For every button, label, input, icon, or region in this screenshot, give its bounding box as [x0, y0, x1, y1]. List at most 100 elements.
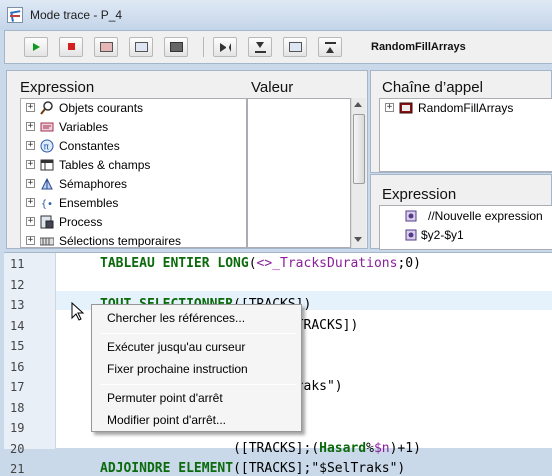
stop-button[interactable] — [59, 37, 83, 57]
line-number: 21 — [10, 462, 25, 476]
tree-item-process[interactable]: + Process — [21, 213, 246, 232]
code-line: ADJOINDRE ELEMENT([TRACKS];"$SelTraks") — [100, 461, 405, 476]
menu-item-find-references[interactable]: Chercher les références... — [94, 308, 299, 329]
semaphore-icon — [41, 177, 53, 190]
line-number: 17 — [10, 380, 25, 394]
tree-item-label: Ensembles — [59, 196, 119, 210]
expand-icon[interactable]: + — [26, 236, 35, 245]
call-chain-item[interactable]: + RandomFillArrays — [380, 99, 552, 118]
step-into-icon — [255, 42, 266, 53]
tree-item-label: Tables & champs — [59, 158, 151, 172]
line-number: 14 — [10, 318, 25, 333]
code-line: TABLEAU ENTIER LONG(<>_TracksDurations;0… — [100, 256, 421, 271]
tree-item-tables-champs[interactable]: + Tables & champs — [21, 156, 246, 175]
expression-icon — [405, 210, 417, 222]
abort-button[interactable] — [94, 37, 118, 57]
code-token: ([TRACKS];( — [233, 440, 320, 456]
expand-icon[interactable]: + — [26, 160, 35, 169]
step-over-icon — [220, 43, 231, 52]
line-number: 11 — [10, 257, 25, 271]
magnifier-icon — [40, 101, 53, 115]
call-chain-list[interactable]: + RandomFillArrays — [379, 98, 552, 172]
expression-scrollbar[interactable] — [351, 98, 366, 248]
expression-header: Expression — [20, 79, 95, 96]
mouse-pointer-icon — [71, 302, 85, 321]
breakpoint-button[interactable] — [164, 37, 188, 57]
debug-button[interactable] — [129, 37, 153, 57]
step-over-button[interactable] — [213, 37, 237, 57]
scroll-thumb[interactable] — [353, 114, 365, 184]
breakpoint-icon — [170, 42, 183, 52]
expand-icon[interactable]: + — [26, 217, 35, 226]
value-header: Valeur — [251, 79, 294, 96]
code-token: ([TRACKS];"$SelTraks") — [233, 461, 406, 476]
code-token: Hasard — [319, 440, 367, 456]
scroll-down-icon[interactable] — [354, 237, 362, 242]
code-token: ADJOINDRE ELEMENT — [100, 461, 234, 476]
line-number: 19 — [10, 421, 25, 435]
tree-item-semaphores[interactable]: + Sémaphores — [21, 175, 246, 194]
tree-item-objets-courants[interactable]: + Objets courants — [21, 99, 246, 118]
custom-expression-panel: Expression //Nouvelle expression $y2-$y1 — [370, 174, 552, 250]
tree-item-ensembles[interactable]: + {•} Ensembles — [21, 194, 246, 213]
line-number: 16 — [10, 359, 25, 374]
code-token: ( — [248, 256, 257, 271]
menu-item-set-next-statement[interactable]: Fixer prochaine instruction — [94, 359, 299, 380]
tree-item-label: Variables — [59, 120, 109, 134]
run-button[interactable] — [24, 37, 48, 57]
tree-item-label: Constantes — [59, 139, 120, 153]
step-method-icon — [289, 42, 302, 52]
expand-icon[interactable]: + — [26, 103, 35, 112]
pi-icon: π — [40, 139, 54, 153]
svg-text:π: π — [44, 143, 50, 153]
svg-text:{•}: {•} — [41, 199, 54, 210]
step-out-button[interactable] — [318, 37, 342, 57]
expand-icon[interactable]: + — [26, 122, 35, 131]
code-token: <>_TracksDurations — [256, 256, 398, 271]
step-into-button[interactable] — [248, 37, 272, 57]
call-chain-label: RandomFillArrays — [418, 101, 514, 115]
menu-item-edit-breakpoint[interactable]: Modifier point d'arrêt... — [94, 410, 299, 431]
menu-separator — [100, 384, 296, 385]
expand-icon[interactable]: + — [26, 198, 35, 207]
step-out-icon — [325, 42, 336, 53]
line-number: 13 — [10, 298, 25, 312]
process-icon — [40, 215, 54, 229]
code-token: ;0) — [397, 256, 421, 271]
tree-item-constantes[interactable]: + π Constantes — [21, 137, 246, 156]
line-number: 15 — [10, 339, 25, 353]
custom-expression-item[interactable]: $y2-$y1 — [380, 226, 552, 245]
tree-item-selections-temporaires[interactable]: + Sélections temporaires — [21, 232, 246, 247]
debug-toolbar: RandomFillArrays — [4, 30, 552, 64]
menu-item-run-to-cursor[interactable]: Exécuter jusqu'au curseur — [94, 337, 299, 358]
expand-icon[interactable]: + — [26, 179, 35, 188]
menu-separator — [100, 333, 296, 334]
expand-icon[interactable]: + — [26, 141, 35, 150]
call-chain-panel: Chaîne d’appel + RandomFillArrays — [370, 70, 552, 173]
context-menu: Chercher les références... Exécuter jusq… — [91, 304, 302, 432]
debug-icon — [135, 42, 148, 52]
custom-expression-header: Expression — [382, 186, 457, 203]
tree-item-variables[interactable]: + Variables — [21, 118, 246, 137]
scroll-up-icon[interactable] — [354, 102, 362, 107]
menu-item-toggle-breakpoint[interactable]: Permuter point d'arrêt — [94, 388, 299, 409]
expand-icon[interactable]: + — [385, 103, 394, 112]
code-token: TABLEAU ENTIER LONG — [100, 256, 249, 271]
tree-item-label: Sémaphores — [59, 177, 128, 191]
custom-expression-list[interactable]: //Nouvelle expression $y2-$y1 — [379, 205, 552, 250]
window-title: Mode trace - P_4 — [30, 8, 123, 22]
debugger-window: Mode trace - P_4 RandomFillArrays Expres… — [0, 0, 552, 476]
step-method-button[interactable] — [283, 37, 307, 57]
code-token: )+1) — [389, 440, 421, 456]
custom-expression-item[interactable]: //Nouvelle expression — [380, 207, 552, 226]
line-number: 12 — [10, 277, 25, 292]
code-line: ([TRACKS];(Hasard%$n)+1) — [100, 441, 421, 456]
tree-item-label: Process — [59, 215, 103, 229]
expression-tree[interactable]: + Objets courants + Variables + π Consta… — [20, 98, 247, 248]
title-bar[interactable]: Mode trace - P_4 — [0, 0, 552, 30]
app-icon — [7, 7, 23, 23]
abort-icon — [100, 42, 113, 52]
play-icon — [33, 43, 40, 51]
call-chain-header: Chaîne d’appel — [382, 79, 483, 96]
